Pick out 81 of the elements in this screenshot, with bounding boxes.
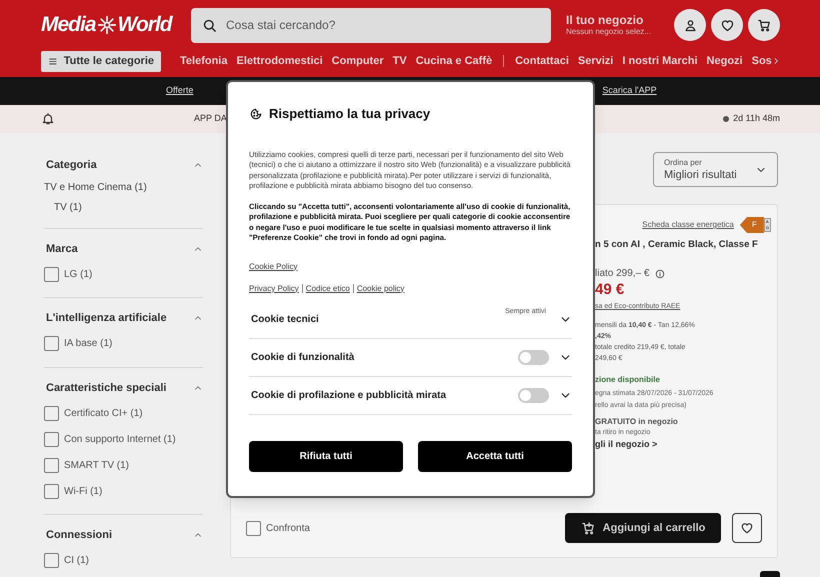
promo-text: APP DA <box>194 112 227 126</box>
checkbox[interactable] <box>44 336 59 351</box>
checkbox-label: Confronta <box>266 522 310 536</box>
store-title[interactable]: Il tuo negozio <box>566 13 651 27</box>
nav-link[interactable]: Elettrodomestici <box>236 52 323 70</box>
logo-text[interactable]: Media <box>41 9 96 41</box>
checkbox[interactable] <box>44 406 59 420</box>
checkbox-label: LG (1) <box>64 268 92 282</box>
checkbox-label: Con supporto Internet (1) <box>64 432 176 446</box>
filter-heading: Connessioni <box>46 528 112 543</box>
category-link[interactable]: TV (1) <box>44 198 203 218</box>
category-link[interactable]: TV e Home Cinema (1) <box>44 178 203 198</box>
checkbox[interactable] <box>44 484 59 498</box>
nav-link[interactable]: I nostri Marchi <box>622 52 698 70</box>
pickup-title: GRATUITO in negozio <box>595 416 679 428</box>
checkbox[interactable] <box>44 266 59 282</box>
cookie-icon <box>249 106 263 121</box>
checkbox-label: Certificato CI+ (1) <box>64 406 143 420</box>
checkbox-label: CI (1) <box>64 554 89 568</box>
checkbox-label: Wi-Fi (1) <box>64 484 102 498</box>
top-link[interactable]: Offerte <box>166 84 194 98</box>
filter-heading: Marca <box>46 242 78 256</box>
sort-dropdown[interactable]: Ordina per Migliori risultati <box>653 152 778 187</box>
user-icon <box>682 18 698 32</box>
menu-icon <box>48 56 58 66</box>
cookie-category: Cookie tecnici <box>250 312 319 326</box>
bell-icon <box>41 112 55 126</box>
nav-link[interactable]: Computer <box>332 52 384 70</box>
nav-link[interactable]: Telefonia <box>180 52 228 70</box>
nav-link[interactable]: TV <box>392 52 407 70</box>
cookie-category: Cookie di funzionalità <box>250 350 354 364</box>
nav-link[interactable]: Servizi <box>578 52 614 70</box>
top-link[interactable]: Scarica l'APP <box>602 84 657 98</box>
swirl-icon <box>96 15 117 35</box>
dialog-button[interactable]: Rifiuta tutti <box>249 440 403 472</box>
store-subtitle[interactable]: Nessun negozio selez... <box>566 27 651 37</box>
wishlist-button[interactable] <box>732 513 762 543</box>
list-price: liato 299,– € <box>595 267 650 281</box>
cart-icon <box>756 18 772 32</box>
store-link[interactable]: gli il negozio > <box>595 438 771 452</box>
cookie-category: Cookie di profilazione e pubblicità mirata <box>250 388 446 402</box>
logo-text[interactable]: World <box>118 9 172 41</box>
nav-link[interactable]: Negozi <box>706 52 743 70</box>
filter-heading: L'intelligenza artificiale <box>46 311 167 326</box>
checkbox[interactable] <box>246 520 261 536</box>
heart-icon <box>720 18 734 32</box>
search-field[interactable]: Cosa stai cercando? <box>191 8 551 42</box>
sort-label: Ordina per <box>664 158 703 168</box>
policy-link[interactable]: Privacy Policy <box>249 282 299 294</box>
info-icon[interactable] <box>654 268 664 278</box>
dialog-title: Rispettiamo la tua privacy <box>269 105 430 123</box>
energy-class: F <box>740 217 764 233</box>
nav-link[interactable]: Cucina e Caffè <box>416 52 492 70</box>
nav-link[interactable]: Sos <box>752 52 772 70</box>
cart-button[interactable] <box>748 9 780 41</box>
filter-heading: Categoria <box>46 158 97 173</box>
availability: zione disponibile <box>595 374 661 386</box>
toggle-switch[interactable] <box>518 350 549 364</box>
checkbox-label: SMART TV (1) <box>64 458 130 472</box>
add-to-cart-button[interactable]: Aggiungi al carrello <box>565 513 721 543</box>
heart-button[interactable] <box>711 9 743 41</box>
cart-plus-icon <box>580 520 596 536</box>
user-button[interactable] <box>674 9 706 41</box>
nav-link[interactable]: Contattaci <box>515 52 569 70</box>
product-title: n 5 con AI , Ceramic Black, Classe F <box>595 239 758 251</box>
heart-icon <box>740 521 754 535</box>
policy-link[interactable]: Cookie policy <box>356 282 404 294</box>
checkbox[interactable] <box>44 553 59 568</box>
policy-link[interactable]: Cookie Policy <box>249 260 298 272</box>
checkbox[interactable] <box>44 458 59 472</box>
filter-heading: Caratteristiche speciali <box>46 380 166 396</box>
price: 49 € <box>595 281 626 299</box>
checkbox[interactable] <box>44 432 59 446</box>
toggle-switch[interactable] <box>518 388 549 402</box>
sort-value: Migliori risultati <box>664 168 737 182</box>
dialog-button[interactable]: Accetta tutti <box>418 440 572 472</box>
checkbox-label: IA base (1) <box>64 337 112 351</box>
countdown: 2d 11h 48m <box>733 112 780 126</box>
categories-button[interactable]: Tutte le categorie <box>41 50 161 72</box>
energy-label-link[interactable]: Scheda classe energetica <box>642 219 734 231</box>
policy-link[interactable]: Codice etico <box>306 282 350 294</box>
